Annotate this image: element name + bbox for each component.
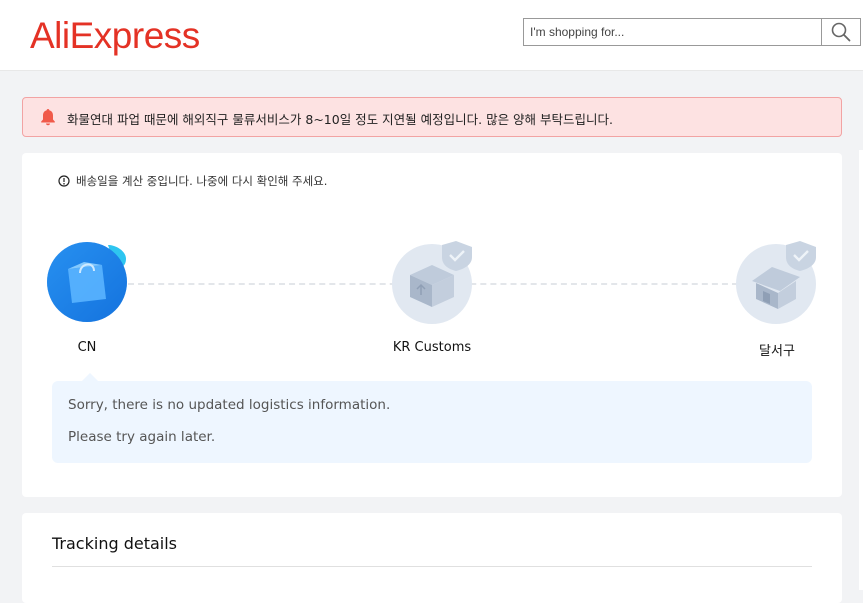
top-header: AliExpress	[0, 0, 863, 71]
node-label-destination: 달서구	[759, 344, 795, 359]
search-button[interactable]	[821, 19, 860, 45]
shopping-bag-icon	[47, 242, 127, 322]
divider	[52, 566, 812, 567]
logistics-info-line-2: Please try again later.	[68, 429, 216, 445]
customs-package-icon	[392, 241, 472, 324]
delivery-estimate-text: 배송일을 계산 중입니다. 나중에 다시 확인해 주세요.	[76, 174, 328, 188]
logistics-info-box: Sorry, there is no updated logistics inf…	[52, 373, 812, 463]
delivery-status-card: 배송일을 계산 중입니다. 나중에 다시 확인해 주세요. CN KR Cust…	[22, 153, 842, 497]
right-panel-edge	[859, 150, 863, 590]
aliexpress-logo[interactable]: AliExpress	[30, 12, 200, 60]
search-icon	[831, 22, 851, 42]
search-input[interactable]	[524, 19, 822, 45]
logistics-info-line-1: Sorry, there is no updated logistics inf…	[68, 397, 391, 413]
node-label-kr-customs: KR Customs	[392, 340, 472, 355]
delay-notice-banner: 화물연대 파업 때문에 해외직구 물류서비스가 8~10일 정도 지연될 예정입…	[22, 97, 842, 137]
search-bar	[523, 18, 861, 46]
house-icon	[736, 241, 816, 324]
delivery-estimate: 배송일을 계산 중입니다. 나중에 다시 확인해 주세요.	[58, 173, 327, 189]
bell-icon	[41, 109, 55, 126]
node-label-cn: CN	[77, 340, 97, 355]
info-icon	[58, 175, 70, 187]
notice-text: 화물연대 파업 때문에 해외직구 물류서비스가 8~10일 정도 지연될 예정입…	[67, 112, 613, 127]
tracking-details-title: Tracking details	[52, 534, 177, 553]
